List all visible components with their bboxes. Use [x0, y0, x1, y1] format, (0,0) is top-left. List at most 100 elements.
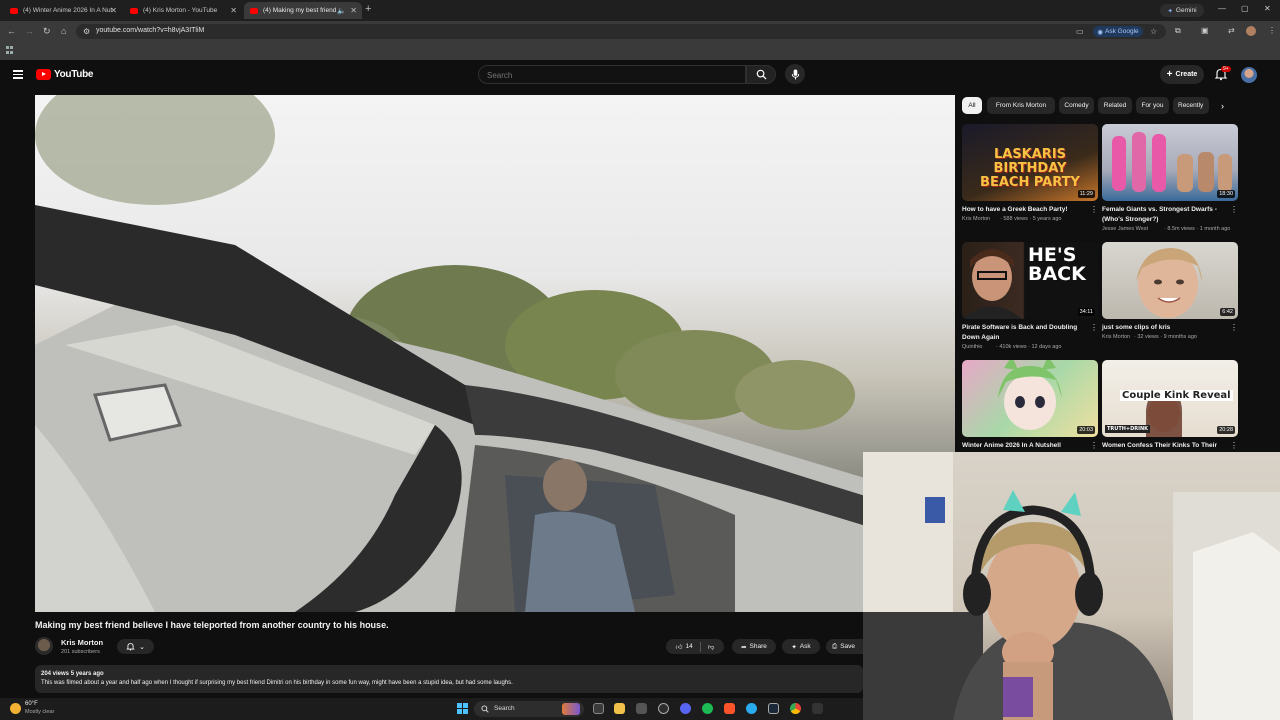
recommendation-card[interactable]: 18:30 Female Giants vs. Strongest Dwarfs…: [1102, 124, 1238, 234]
channel-name[interactable]: Kris Morton: [61, 638, 103, 647]
site-info-icon[interactable]: ⚙: [83, 27, 90, 36]
cast-icon[interactable]: ▭: [1076, 27, 1084, 36]
voice-search-button[interactable]: [785, 64, 805, 84]
thumbs-down-icon[interactable]: 👎︎: [708, 643, 715, 651]
channel-name[interactable]: Quinthio: [962, 344, 983, 350]
chip-for-you[interactable]: For you: [1136, 97, 1169, 114]
video-thumbnail[interactable]: HE'S BACK 34:11: [962, 242, 1098, 319]
windows-start-icon[interactable]: [457, 703, 468, 714]
chip-all[interactable]: All: [962, 97, 982, 114]
chip-from-kris-morton[interactable]: From Kris Morton: [987, 97, 1055, 114]
search-box[interactable]: [478, 65, 746, 84]
recommendation-card[interactable]: 20:03 Winter Anime 2026 In A Nutshell ⋮: [962, 360, 1098, 452]
search-button[interactable]: [746, 65, 776, 84]
taskbar-search-box[interactable]: Search: [474, 701, 584, 717]
apps-grid-icon[interactable]: [6, 46, 14, 54]
steam-icon[interactable]: [768, 703, 779, 714]
speaker-icon[interactable]: 🔈: [337, 7, 346, 15]
video-thumbnail[interactable]: 20:03: [962, 360, 1098, 437]
maximize-icon[interactable]: ▢: [1241, 4, 1249, 13]
video-thumbnail[interactable]: LASKARIS BIRTHDAY BEACH PARTY 11:29: [962, 124, 1098, 201]
video-frame-image: [35, 95, 955, 612]
share-button[interactable]: ➦ Share: [732, 639, 776, 654]
channel-name[interactable]: Jesse James West: [1102, 226, 1148, 232]
extension-puzzle-icon[interactable]: ⇄: [1228, 26, 1235, 35]
omnibox[interactable]: ⚙ youtube.com/watch?v=h8vjA3ITliM ▭ ◉ As…: [76, 24, 1166, 39]
close-window-icon[interactable]: ✕: [1264, 4, 1271, 13]
url-text[interactable]: youtube.com/watch?v=h8vjA3ITliM: [96, 27, 204, 34]
weather-description[interactable]: Mostly clear: [25, 709, 54, 715]
weather-icon[interactable]: [10, 703, 21, 714]
recommendation-card[interactable]: 6:42 just some clips of kris Kris Morton…: [1102, 242, 1238, 352]
app-icon[interactable]: [636, 703, 647, 714]
save-button[interactable]: ⎙ Save: [826, 639, 863, 654]
recommendation-card[interactable]: LASKARIS BIRTHDAY BEACH PARTY 11:29 How …: [962, 124, 1098, 234]
video-title[interactable]: Female Giants vs. Strongest Dwarfs - (Wh…: [1102, 205, 1228, 224]
task-view-icon[interactable]: [593, 703, 604, 714]
discord-icon[interactable]: [680, 703, 691, 714]
share-arrow-icon: ➦: [741, 643, 747, 651]
like-button[interactable]: 👍︎ 14: [676, 643, 693, 651]
video-title[interactable]: just some clips of kris: [1102, 323, 1228, 333]
profile-avatar-icon[interactable]: [1246, 26, 1256, 36]
video-title[interactable]: Women Confess Their Kinks To Their: [1102, 441, 1228, 451]
video-title[interactable]: Winter Anime 2026 In A Nutshell: [962, 441, 1088, 451]
chip-recently[interactable]: Recently: [1173, 97, 1209, 114]
kebab-menu-icon[interactable]: ⋮: [1230, 205, 1238, 214]
weather-temperature[interactable]: 60°F: [25, 701, 38, 707]
reload-icon[interactable]: ↻: [43, 26, 51, 37]
video-player[interactable]: [35, 95, 955, 612]
recommendation-card[interactable]: HE'S BACK 34:11 Pirate Software is Back …: [962, 242, 1098, 352]
brave-icon[interactable]: [724, 703, 735, 714]
ask-google-button[interactable]: ◉ Ask Google: [1093, 26, 1143, 37]
account-avatar[interactable]: [1241, 67, 1257, 83]
kebab-menu-icon[interactable]: ⋮: [1268, 26, 1276, 35]
home-icon[interactable]: ⌂: [61, 26, 66, 36]
chip-related[interactable]: Related: [1098, 97, 1132, 114]
chip-comedy[interactable]: Comedy: [1059, 97, 1094, 114]
file-explorer-icon[interactable]: [614, 703, 625, 714]
hamburger-menu-icon[interactable]: [13, 70, 23, 79]
video-title[interactable]: How to have a Greek Beach Party!: [962, 205, 1088, 215]
search-input[interactable]: [487, 69, 737, 81]
kebab-menu-icon[interactable]: ⋮: [1230, 323, 1238, 332]
kebab-menu-icon[interactable]: ⋮: [1090, 441, 1098, 450]
extensions-icon[interactable]: ⧉: [1175, 26, 1181, 36]
new-tab-button[interactable]: +: [365, 3, 371, 15]
video-title[interactable]: Pirate Software is Back and Doubling Dow…: [962, 323, 1088, 342]
telegram-icon[interactable]: [746, 703, 757, 714]
chrome-icon[interactable]: [790, 703, 801, 714]
sidepanel-icon[interactable]: ▣: [1201, 26, 1209, 35]
channel-avatar[interactable]: [35, 637, 53, 655]
gemini-button[interactable]: ✦ Gemini: [1160, 4, 1204, 17]
create-button[interactable]: + Create: [1160, 65, 1204, 84]
channel-name[interactable]: Kris Morton: [962, 216, 990, 222]
close-icon[interactable]: ✕: [230, 6, 237, 15]
video-thumbnail[interactable]: 18:30: [1102, 124, 1238, 201]
kebab-menu-icon[interactable]: ⋮: [1090, 205, 1098, 214]
minimize-icon[interactable]: —: [1218, 4, 1226, 13]
thumbnail-text: HE'S BACK: [1028, 246, 1098, 284]
close-icon[interactable]: ✕: [110, 6, 117, 15]
github-icon[interactable]: [658, 703, 669, 714]
back-icon[interactable]: ←: [7, 26, 16, 36]
app-icon[interactable]: [812, 703, 823, 714]
forward-icon[interactable]: →: [25, 26, 34, 36]
youtube-logo[interactable]: YouTube: [36, 69, 94, 80]
recommendation-card[interactable]: Couple Kink Reveal TRUTH+DRINK 20:28 Wom…: [1102, 360, 1238, 452]
bookmark-star-icon[interactable]: ☆: [1150, 27, 1157, 36]
tab-kris-morton[interactable]: (4) Kris Morton - YouTube ✕: [124, 2, 242, 19]
tab-making-best-friend[interactable]: (4) Making my best friend 🔈 ✕: [244, 2, 362, 19]
video-thumbnail[interactable]: 6:42: [1102, 242, 1238, 319]
kebab-menu-icon[interactable]: ⋮: [1230, 441, 1238, 450]
video-thumbnail[interactable]: Couple Kink Reveal TRUTH+DRINK 20:28: [1102, 360, 1238, 437]
ask-button[interactable]: ✦ Ask: [782, 639, 820, 654]
description-box[interactable]: 204 views 5 years ago This was filmed ab…: [35, 665, 863, 693]
tab-winter-anime[interactable]: (4) Winter Anime 2026 In A Nut ✕: [4, 2, 122, 19]
notification-bell-button[interactable]: ⌄: [117, 639, 154, 654]
channel-name[interactable]: Kris Morton: [1102, 334, 1130, 340]
kebab-menu-icon[interactable]: ⋮: [1090, 323, 1098, 332]
spotify-icon[interactable]: [702, 703, 713, 714]
chevron-right-icon[interactable]: ›: [1221, 101, 1224, 111]
close-icon[interactable]: ✕: [350, 6, 357, 15]
